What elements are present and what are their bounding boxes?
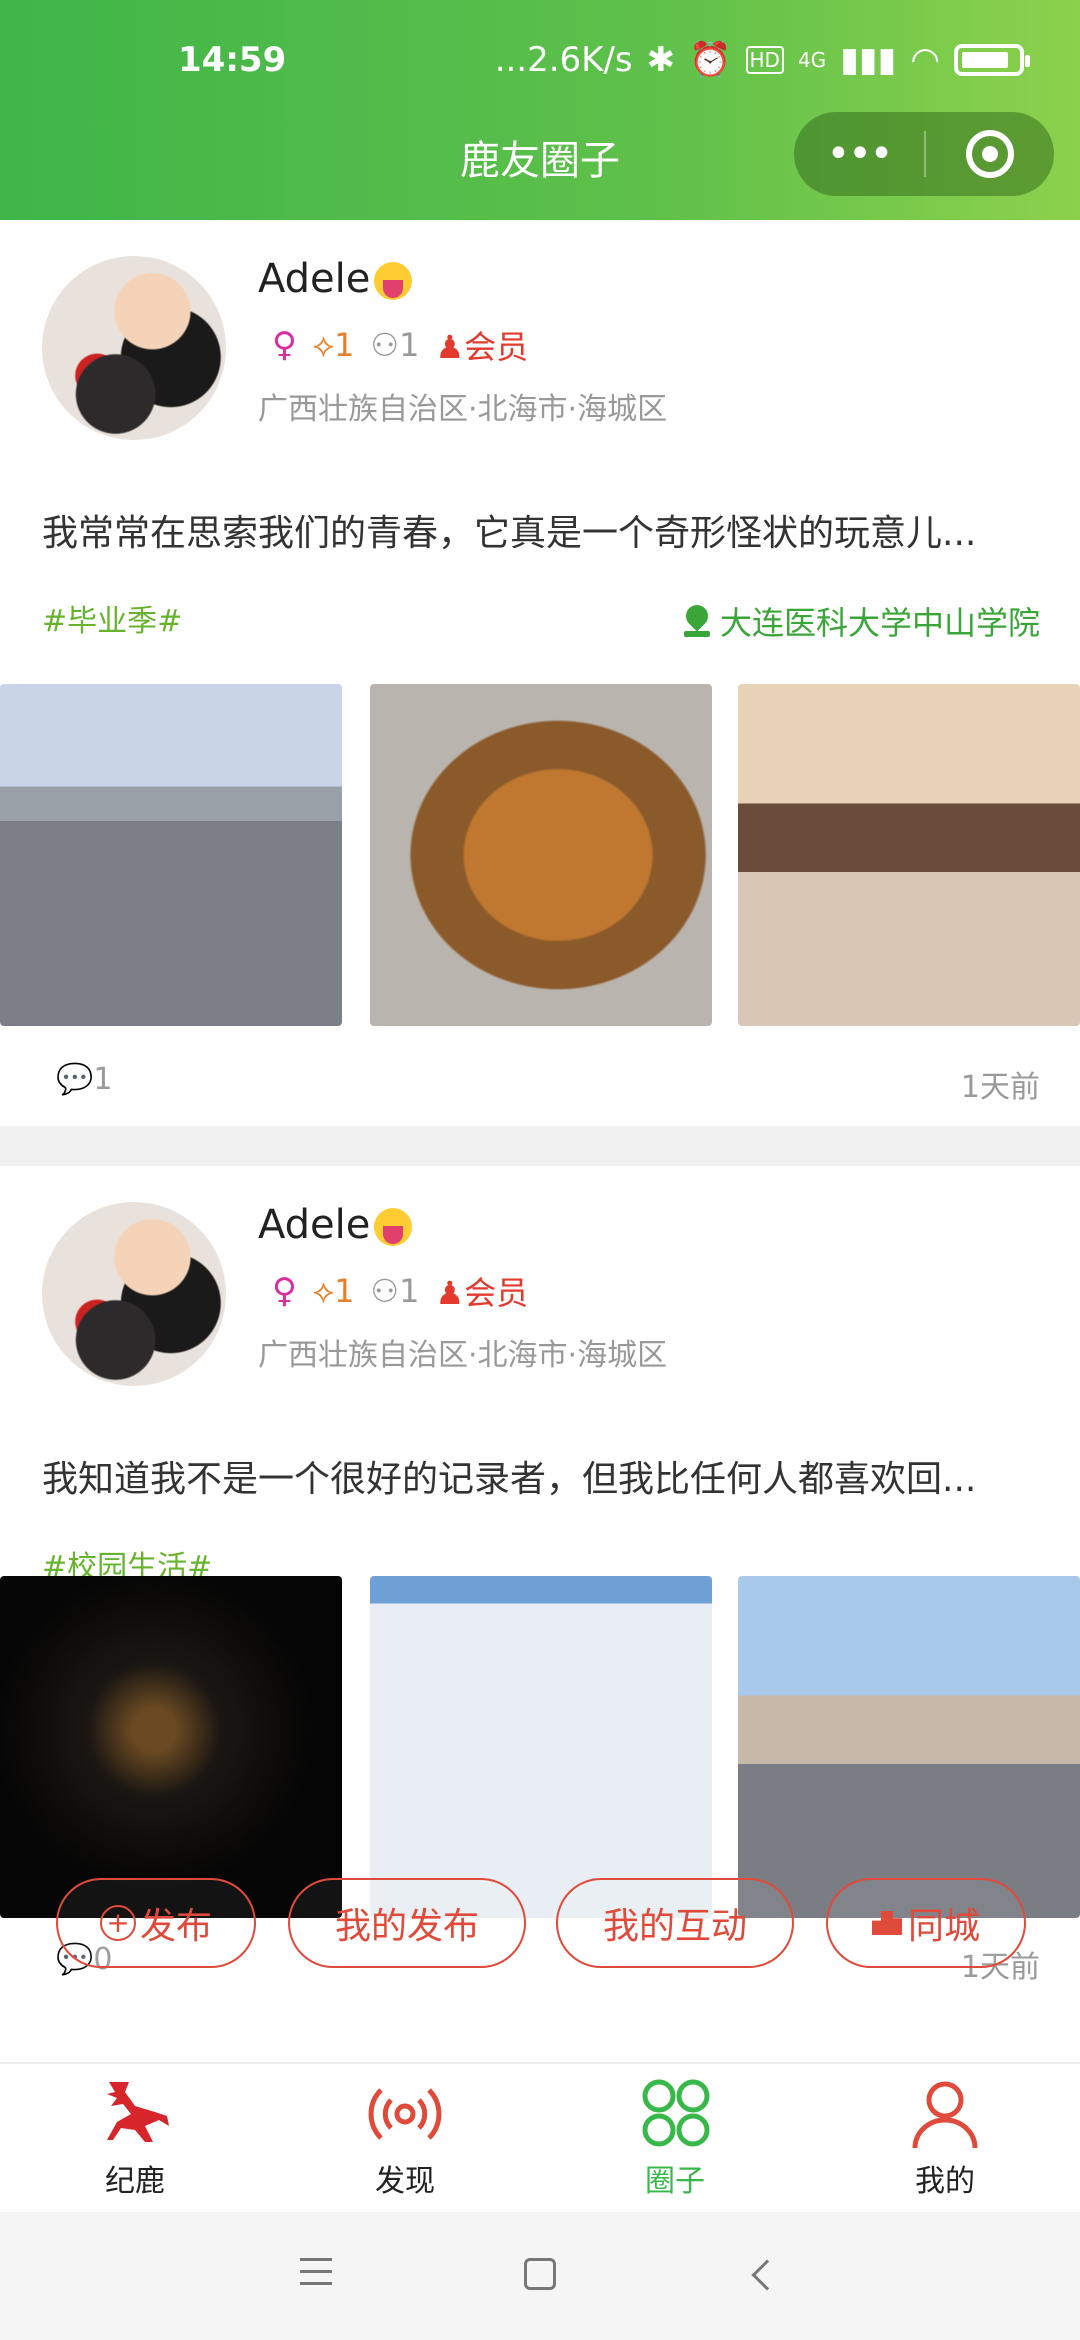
post-feed: Adele ♀ ⟡1 ⚇1 ♟会员 广西壮族自治区·北海市·海城区 我常常在思索… bbox=[0, 220, 1080, 2006]
avatar[interactable] bbox=[42, 1202, 226, 1386]
post-place[interactable]: 大连医科大学中山学院 bbox=[683, 598, 1040, 644]
hd-badge: HD bbox=[745, 46, 784, 74]
people-icon: ⚇ bbox=[370, 326, 400, 364]
status-icons: ...2.6K/s ✱ ⏰ HD 4G ▮▮▮ ◠ bbox=[494, 40, 1030, 80]
bottom-tab-bar: 纪鹿 发现 圈子 我的 bbox=[0, 2062, 1080, 2212]
mini-program-capsule: ••• bbox=[794, 112, 1054, 196]
tab-label: 纪鹿 bbox=[105, 2164, 165, 2199]
signal-icon: ▮▮▮ bbox=[840, 40, 897, 80]
user-badges: ♀ ⟡1 ⚇1 ♟会员 bbox=[272, 322, 528, 368]
female-icon: ♀ bbox=[272, 325, 297, 365]
username[interactable]: Adele bbox=[258, 1202, 413, 1248]
vip-badge: ♟会员 bbox=[435, 328, 529, 366]
post-content[interactable]: 我常常在思索我们的青春，它真是一个奇形怪状的玩意儿... bbox=[42, 504, 976, 556]
post-time: 1天前 bbox=[960, 1070, 1040, 1105]
fans-count: ⚇1 bbox=[370, 1272, 420, 1310]
same-city-button[interactable]: 同城 bbox=[826, 1878, 1026, 1968]
target-icon bbox=[966, 130, 1014, 178]
tab-discover[interactable]: 发现 bbox=[270, 2074, 540, 2214]
vip-badge: ♟会员 bbox=[435, 1274, 529, 1312]
photo-night-city[interactable] bbox=[0, 1576, 342, 1918]
bluetooth-icon: ✱ bbox=[646, 40, 676, 80]
wifi-icon: ◠ bbox=[910, 40, 940, 80]
signal-label: 4G bbox=[797, 48, 827, 72]
vip-user-icon: ♟ bbox=[435, 328, 465, 366]
home-square-icon[interactable] bbox=[524, 2258, 556, 2290]
people-icon: ⚇ bbox=[370, 1272, 400, 1310]
photo-basketball-court[interactable] bbox=[0, 684, 342, 1026]
post-content[interactable]: 我知道我不是一个很好的记录者，但我比任何人都喜欢回... bbox=[42, 1450, 976, 1502]
alarm-icon: ⏰ bbox=[689, 40, 732, 80]
back-chevron-icon[interactable] bbox=[751, 2259, 783, 2291]
city-icon bbox=[871, 1911, 902, 1935]
tab-label: 圈子 bbox=[645, 2164, 705, 2199]
status-time: 14:59 bbox=[178, 40, 287, 80]
user-location: 广西壮族自治区·北海市·海城区 bbox=[258, 392, 668, 427]
more-button[interactable]: ••• bbox=[794, 131, 924, 177]
deer-icon bbox=[0, 2074, 270, 2154]
comment-count[interactable]: 💬1 bbox=[56, 1062, 112, 1097]
tongue-emoji-icon bbox=[374, 1208, 413, 1246]
circles-icon bbox=[540, 2074, 810, 2154]
status-bar: 14:59 ...2.6K/s ✱ ⏰ HD 4G ▮▮▮ ◠ bbox=[0, 40, 1080, 90]
avatar[interactable] bbox=[42, 256, 226, 440]
tongue-emoji-icon bbox=[374, 262, 413, 300]
user-badges: ♀ ⟡1 ⚇1 ♟会员 bbox=[272, 1268, 528, 1314]
my-posts-button[interactable]: 我的发布 bbox=[288, 1878, 526, 1968]
plus-icon: + bbox=[99, 1905, 136, 1941]
username[interactable]: Adele bbox=[258, 256, 413, 302]
broadcast-icon bbox=[270, 2074, 540, 2154]
post-card[interactable]: Adele ♀ ⟡1 ⚇1 ♟会员 广西壮族自治区·北海市·海城区 我常常在思索… bbox=[0, 220, 1080, 1126]
photo-friends-hotpot[interactable] bbox=[738, 684, 1080, 1026]
menu-icon[interactable] bbox=[300, 2258, 332, 2294]
deer-level: ⟡1 bbox=[312, 1271, 355, 1310]
location-pin-icon bbox=[683, 605, 710, 637]
floating-action-bar: + 发布 我的发布 我的互动 同城 bbox=[0, 1878, 1080, 1968]
deer-small-icon: ⟡ bbox=[312, 1271, 335, 1310]
deer-small-icon: ⟡ bbox=[312, 325, 335, 364]
my-interactions-button[interactable]: 我的互动 bbox=[556, 1878, 794, 1968]
tab-jilu[interactable]: 纪鹿 bbox=[0, 2074, 270, 2214]
comment-icon: 💬 bbox=[56, 1062, 94, 1097]
divider bbox=[0, 1126, 1080, 1166]
tab-label: 发现 bbox=[375, 2164, 435, 2199]
user-location: 广西壮族自治区·北海市·海城区 bbox=[258, 1338, 668, 1373]
battery-icon bbox=[954, 44, 1030, 76]
net-speed: ...2.6K/s bbox=[494, 40, 633, 80]
photo-airplane-wing[interactable] bbox=[370, 1576, 712, 1918]
female-icon: ♀ bbox=[272, 1271, 297, 1311]
tab-mine[interactable]: 我的 bbox=[810, 2074, 1080, 2214]
tab-circle[interactable]: 圈子 bbox=[540, 2074, 810, 2214]
fans-count: ⚇1 bbox=[370, 326, 420, 364]
close-button[interactable] bbox=[926, 130, 1054, 178]
user-icon bbox=[810, 2074, 1080, 2154]
photo-grid bbox=[0, 684, 1080, 1026]
photo-skewers[interactable] bbox=[370, 684, 712, 1026]
tab-label: 我的 bbox=[915, 2164, 975, 2199]
photo-grid bbox=[0, 1576, 1080, 1918]
vip-user-icon: ♟ bbox=[435, 1274, 465, 1312]
system-nav-bar bbox=[0, 2212, 1080, 2340]
deer-level: ⟡1 bbox=[312, 325, 355, 364]
publish-button[interactable]: + 发布 bbox=[56, 1878, 256, 1968]
app-header: 14:59 ...2.6K/s ✱ ⏰ HD 4G ▮▮▮ ◠ 鹿友圈子 ••• bbox=[0, 0, 1080, 220]
photo-campus-crowd[interactable] bbox=[738, 1576, 1080, 1918]
topic-tag[interactable]: #毕业季# bbox=[42, 596, 182, 640]
